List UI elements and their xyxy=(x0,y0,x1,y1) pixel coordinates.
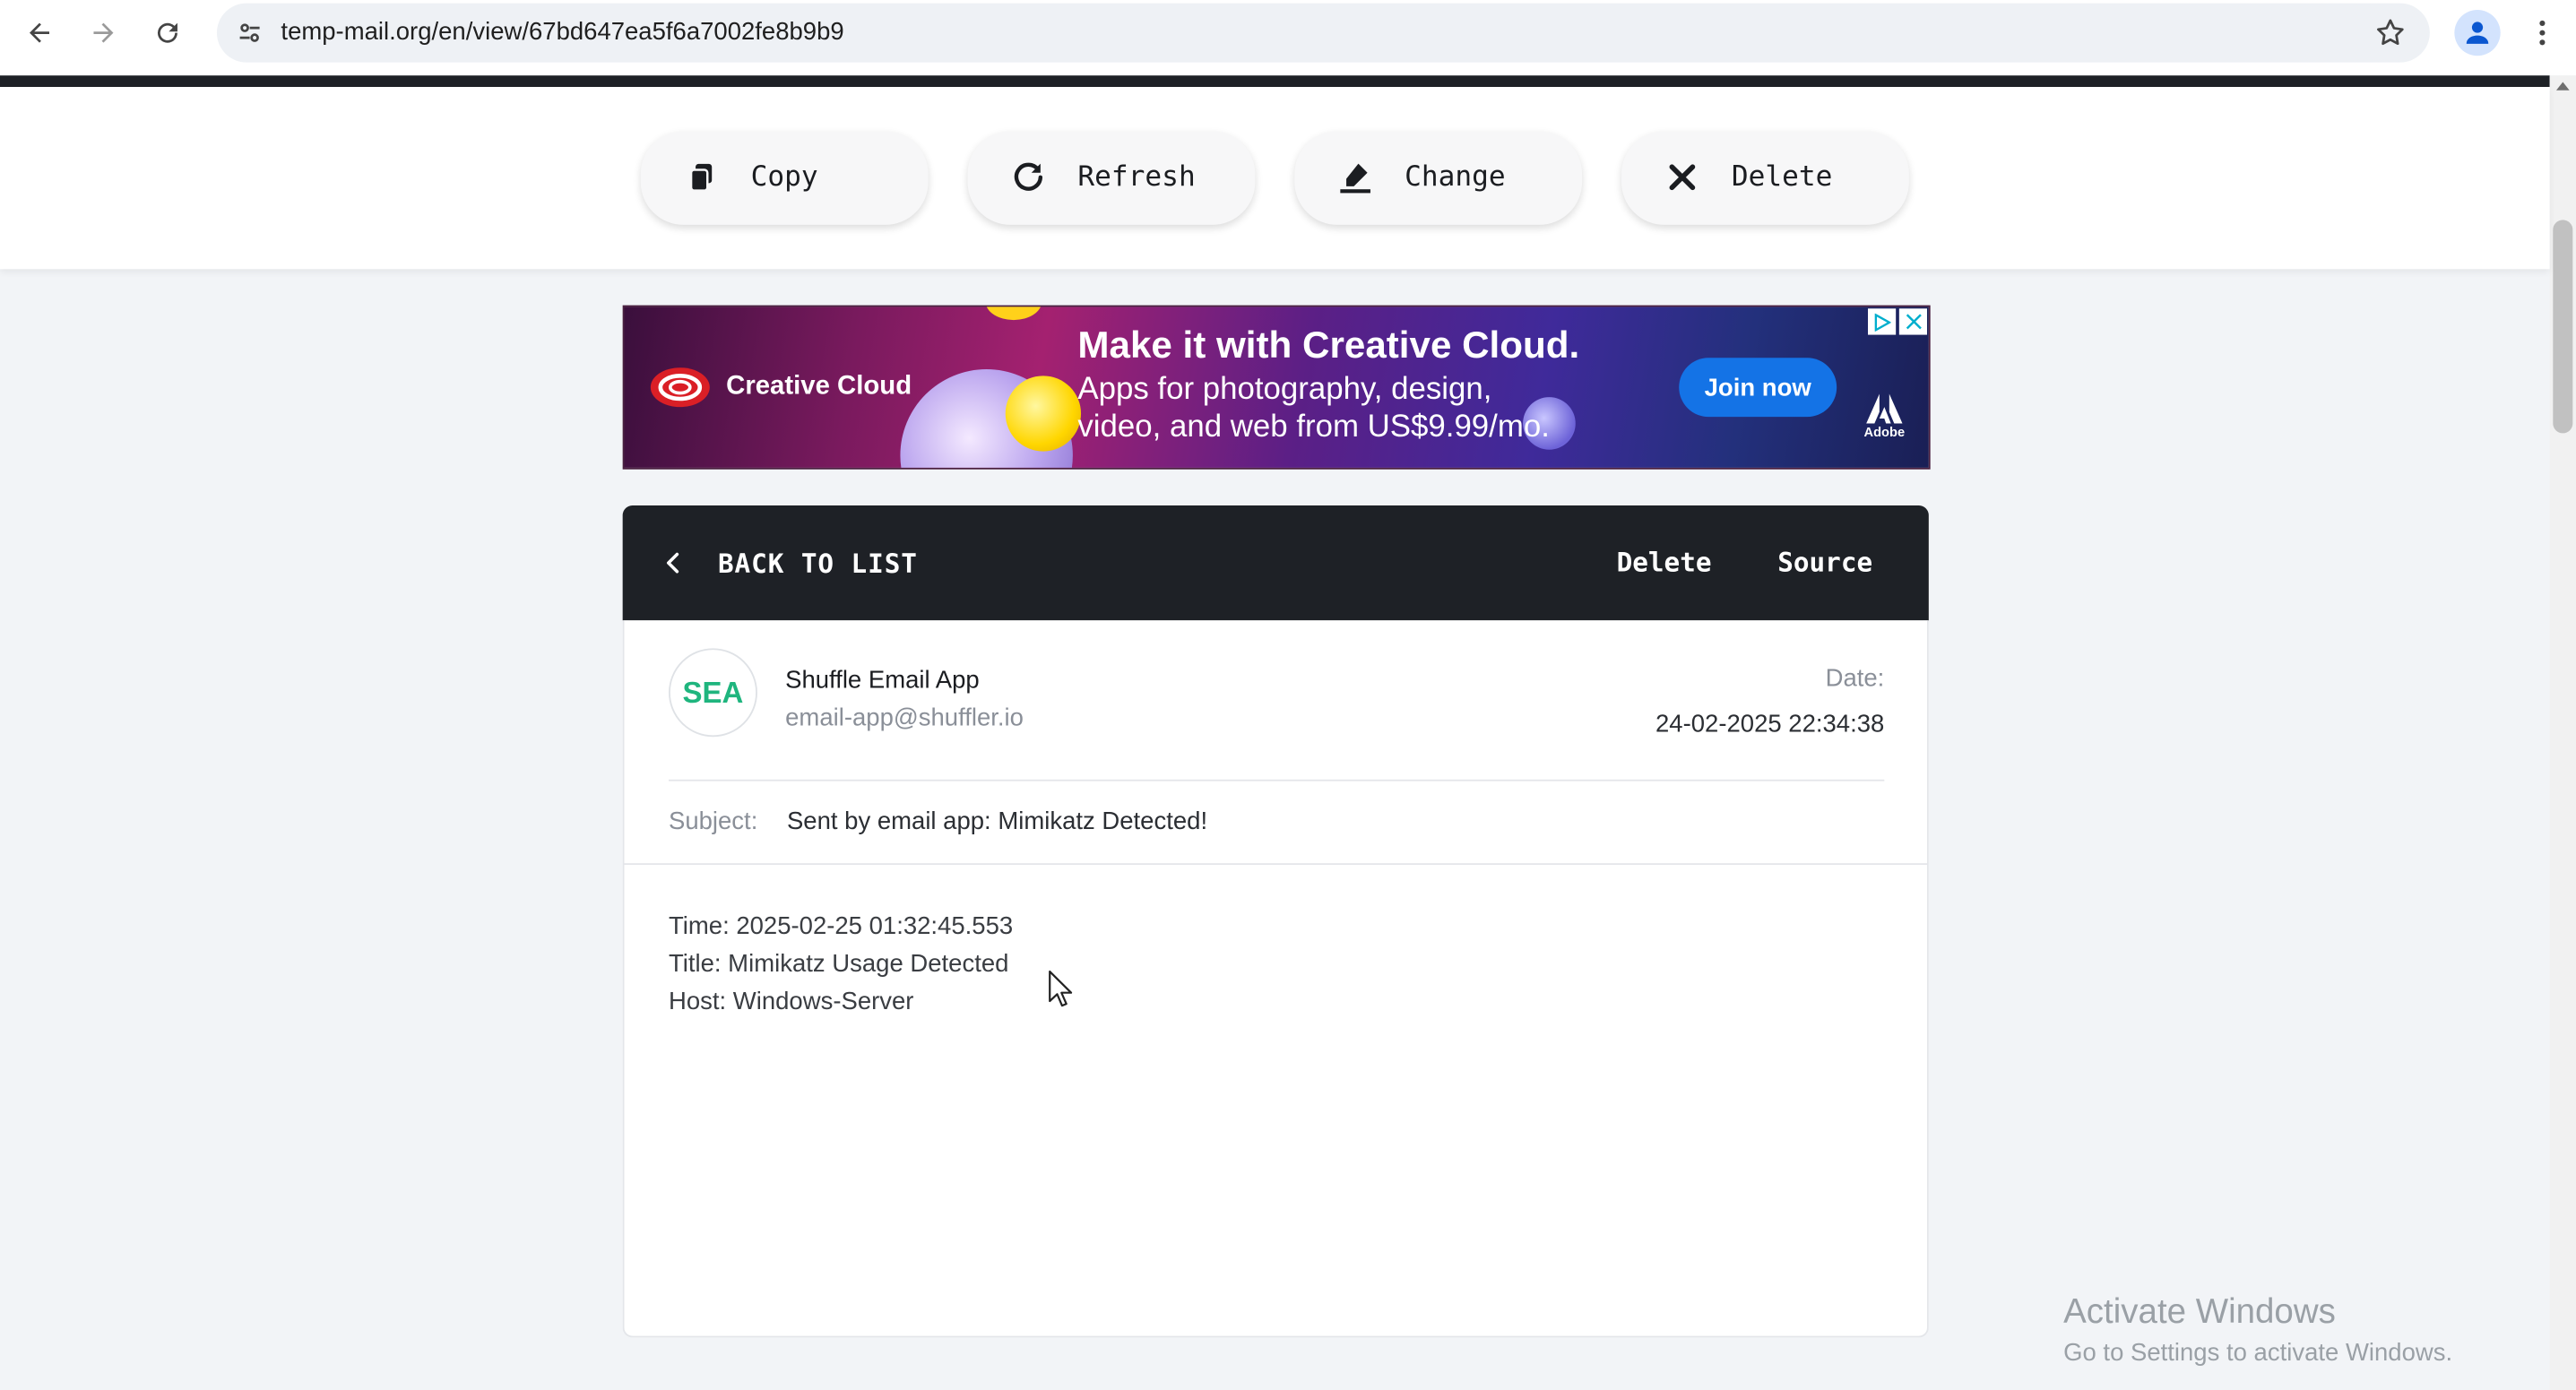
url-text[interactable]: temp-mail.org/en/view/67bd647ea5f6a7002f… xyxy=(281,18,843,46)
copy-icon xyxy=(683,160,719,195)
sender-email: email-app@shuffler.io xyxy=(785,704,1024,732)
back-to-list-button[interactable]: BACK TO LIST xyxy=(665,547,918,580)
scroll-up-arrow-icon[interactable] xyxy=(2555,82,2570,91)
watermark-subtitle: Go to Settings to activate Windows. xyxy=(2063,1339,2453,1368)
delete-address-button[interactable]: Delete xyxy=(1621,131,1909,225)
sender-avatar: SEA xyxy=(668,648,757,738)
mouse-cursor-icon xyxy=(1048,970,1074,1009)
date-label: Date: xyxy=(1825,664,1885,693)
copy-label: Copy xyxy=(750,160,818,194)
delete-address-label: Delete xyxy=(1731,160,1833,194)
ad-headline: Make it with Creative Cloud. xyxy=(1077,323,1580,367)
address-bar[interactable]: temp-mail.org/en/view/67bd647ea5f6a7002f… xyxy=(216,3,2430,63)
browser-toolbar: temp-mail.org/en/view/67bd647ea5f6a7002f… xyxy=(0,0,2576,76)
ad-join-button[interactable]: Join now xyxy=(1679,358,1837,418)
site-info-icon[interactable] xyxy=(227,10,272,56)
profile-avatar-icon[interactable] xyxy=(2454,9,2501,56)
ad-decoration xyxy=(1005,376,1082,452)
email-body-line: Host: Windows-Server xyxy=(668,988,914,1016)
divider xyxy=(624,863,1927,866)
subject-value: Sent by email app: Mimikatz Detected! xyxy=(786,807,1208,836)
back-icon[interactable] xyxy=(16,10,62,56)
ad-brand: Creative Cloud xyxy=(726,372,912,401)
subject-label: Subject: xyxy=(668,807,758,836)
creative-cloud-logo-icon xyxy=(647,363,713,412)
email-body-line: Title: Mimikatz Usage Detected xyxy=(668,950,1009,979)
ad-decoration xyxy=(985,306,1042,321)
refresh-label: Refresh xyxy=(1077,160,1196,194)
adobe-label: Adobe xyxy=(1863,425,1906,440)
sender-name: Shuffle Email App xyxy=(785,666,980,695)
watermark-title: Activate Windows xyxy=(2063,1292,2336,1332)
forward-icon[interactable] xyxy=(81,10,126,56)
adobe-logo-icon xyxy=(1866,393,1903,424)
divider xyxy=(668,779,1885,781)
reload-icon[interactable] xyxy=(144,10,190,56)
adobe-logo: Adobe xyxy=(1860,393,1909,448)
activate-windows-watermark: Activate Windows Go to Settings to activ… xyxy=(2063,1293,2452,1367)
ad-line-1: Apps for photography, design, xyxy=(1077,372,1492,408)
date-value: 24-02-2025 22:34:38 xyxy=(1655,710,1885,739)
bookmark-star-icon[interactable] xyxy=(2371,13,2410,53)
email-body-line: Time: 2025-02-25 01:32:45.553 xyxy=(668,912,1014,941)
refresh-icon xyxy=(1010,160,1046,195)
adchoices-icon[interactable] xyxy=(1868,308,1897,335)
copy-button[interactable]: Copy xyxy=(640,131,929,225)
change-label: Change xyxy=(1405,160,1506,194)
chevron-left-icon xyxy=(665,547,688,580)
source-button[interactable]: Source xyxy=(1777,547,1872,578)
close-icon xyxy=(1664,160,1700,195)
scroll-thumb[interactable] xyxy=(2553,220,2573,434)
page: temp-mail.org/en/view/67bd647ea5f6a7002f… xyxy=(0,0,2576,1390)
ad-line-2: video, and web from US$9.99/mo. xyxy=(1077,410,1550,445)
change-button[interactable]: Change xyxy=(1294,131,1583,225)
page-scrollbar[interactable] xyxy=(2549,75,2576,1390)
browser-menu-icon[interactable] xyxy=(2523,10,2559,56)
pen-icon xyxy=(1337,160,1373,195)
email-toolbar: BACK TO LIST Delete Source xyxy=(622,505,1929,621)
mailbox-actions: Copy Refresh Change Delete xyxy=(0,87,2550,270)
ad-banner[interactable]: Creative Cloud Make it with Creative Clo… xyxy=(622,305,1931,470)
ad-close-icon[interactable] xyxy=(1898,308,1927,335)
site-header-strip xyxy=(0,75,2550,88)
email-view: SEA Shuffle Email App email-app@shuffler… xyxy=(622,620,1929,1338)
back-to-list-label: BACK TO LIST xyxy=(717,547,918,579)
refresh-button[interactable]: Refresh xyxy=(967,131,1256,225)
delete-email-button[interactable]: Delete xyxy=(1617,547,1712,578)
